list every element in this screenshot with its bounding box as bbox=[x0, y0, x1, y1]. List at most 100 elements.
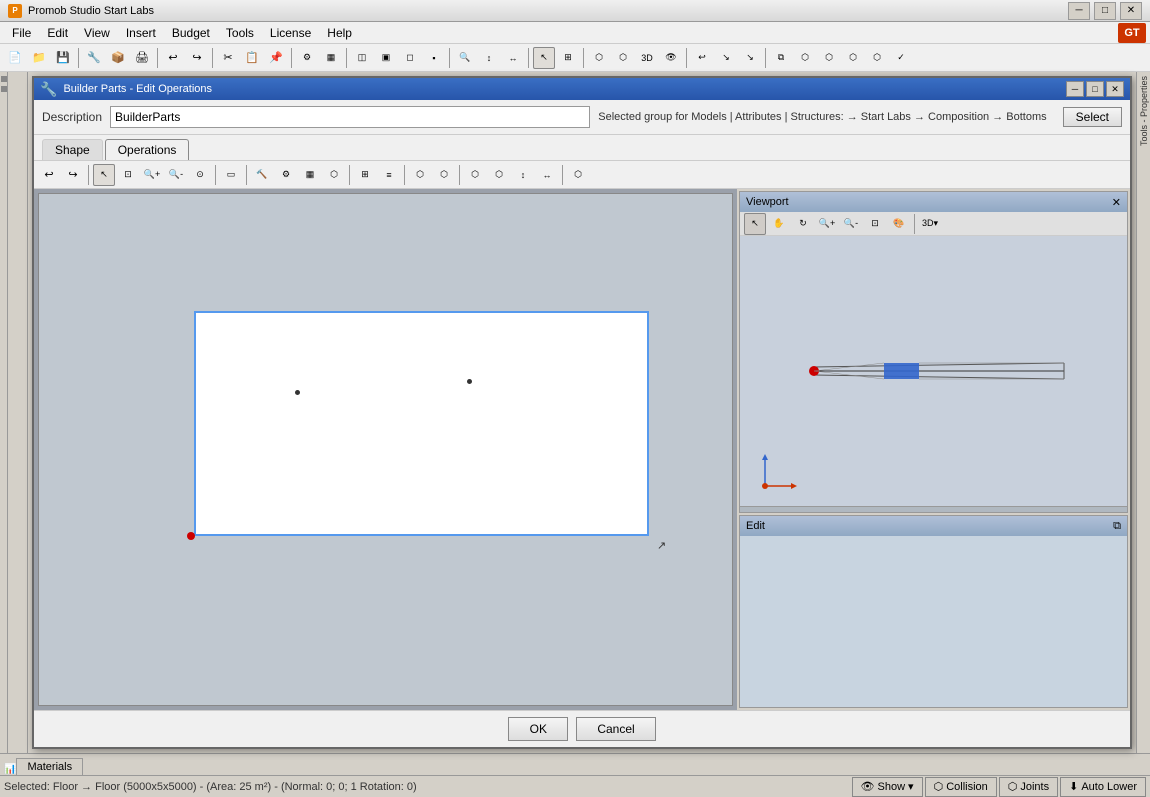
vp-zoomout[interactable]: 🔍- bbox=[840, 213, 862, 235]
tool15[interactable]: ↩ bbox=[691, 47, 713, 69]
tb2-pointer[interactable]: ↖ bbox=[93, 164, 115, 186]
joints-button[interactable]: ⬡ Joints bbox=[999, 777, 1058, 797]
tb2-undo[interactable]: ↩ bbox=[38, 164, 60, 186]
viewport-content[interactable] bbox=[740, 236, 1127, 506]
title-bar-controls[interactable]: ─ □ ✕ bbox=[1068, 2, 1142, 20]
tb1[interactable]: 🔧 bbox=[83, 47, 105, 69]
menu-tools[interactable]: Tools bbox=[218, 22, 262, 44]
tb2-rect[interactable]: ▭ bbox=[220, 164, 242, 186]
tool21[interactable]: ⬡ bbox=[842, 47, 864, 69]
menu-budget[interactable]: Budget bbox=[164, 22, 218, 44]
tb2-t10[interactable]: ⬡ bbox=[488, 164, 510, 186]
viewport-close[interactable]: ✕ bbox=[1112, 196, 1121, 209]
select-tool[interactable]: ↖ bbox=[533, 47, 555, 69]
tb2-t13[interactable]: ⬡ bbox=[567, 164, 589, 186]
menu-license[interactable]: License bbox=[262, 22, 319, 44]
tool16[interactable]: ↘ bbox=[715, 47, 737, 69]
sep7 bbox=[528, 48, 529, 68]
tool22[interactable]: ⬡ bbox=[866, 47, 888, 69]
tool14[interactable]: 👁 bbox=[660, 47, 682, 69]
tool8[interactable]: ↕ bbox=[478, 47, 500, 69]
tb2-t3[interactable]: ▦ bbox=[299, 164, 321, 186]
close-button[interactable]: ✕ bbox=[1120, 2, 1142, 20]
tool19[interactable]: ⬡ bbox=[794, 47, 816, 69]
vp-material[interactable]: 🎨 bbox=[888, 213, 910, 235]
tb2-zoomin[interactable]: 🔍+ bbox=[141, 164, 163, 186]
materials-tab[interactable]: Materials bbox=[16, 758, 83, 775]
cut-btn[interactable]: ✂ bbox=[217, 47, 239, 69]
tb2-t11[interactable]: ↕ bbox=[512, 164, 534, 186]
collision-button[interactable]: ⬡ Collision bbox=[925, 777, 997, 797]
tool12[interactable]: ⬡ bbox=[612, 47, 634, 69]
tool23[interactable]: ✓ bbox=[890, 47, 912, 69]
tb2-t9[interactable]: ⬡ bbox=[464, 164, 486, 186]
dialog-minimize[interactable]: ─ bbox=[1066, 81, 1084, 97]
vp-3d[interactable]: 3D▾ bbox=[919, 213, 941, 235]
materials-tab-bar: 📊 Materials bbox=[0, 753, 1150, 775]
maximize-button[interactable]: □ bbox=[1094, 2, 1116, 20]
undo-btn[interactable]: ↩ bbox=[162, 47, 184, 69]
open-btn[interactable]: 📁 bbox=[28, 47, 50, 69]
tool6[interactable]: ▪ bbox=[423, 47, 445, 69]
menu-file[interactable]: File bbox=[4, 22, 39, 44]
menu-view[interactable]: View bbox=[76, 22, 118, 44]
tab-operations[interactable]: Operations bbox=[105, 139, 190, 160]
tb2[interactable]: 📦 bbox=[107, 47, 129, 69]
menu-edit[interactable]: Edit bbox=[39, 22, 76, 44]
save-btn[interactable]: 💾 bbox=[52, 47, 74, 69]
dialog-controls[interactable]: ─ □ ✕ bbox=[1066, 81, 1124, 97]
joints-icon: ⬡ bbox=[1008, 780, 1018, 793]
menu-insert[interactable]: Insert bbox=[118, 22, 164, 44]
tool18[interactable]: ⧉ bbox=[770, 47, 792, 69]
tb2-t12[interactable]: ↔ bbox=[536, 164, 558, 186]
new-btn[interactable]: 📄 bbox=[4, 47, 26, 69]
tb2-t2[interactable]: ⚙ bbox=[275, 164, 297, 186]
menu-help[interactable]: Help bbox=[319, 22, 360, 44]
tool11[interactable]: ⬡ bbox=[588, 47, 610, 69]
tool10[interactable]: ⊞ bbox=[557, 47, 579, 69]
vp-orbit[interactable]: ↻ bbox=[792, 213, 814, 235]
minimize-button[interactable]: ─ bbox=[1068, 2, 1090, 20]
tab-shape[interactable]: Shape bbox=[42, 139, 103, 160]
show-button[interactable]: 👁 Show ▾ bbox=[852, 777, 923, 797]
vp-zoomin[interactable]: 🔍+ bbox=[816, 213, 838, 235]
ok-button[interactable]: OK bbox=[508, 717, 568, 741]
edit-expand[interactable]: ⧉ bbox=[1113, 520, 1121, 533]
cancel-button[interactable]: Cancel bbox=[576, 717, 655, 741]
tb2-t1[interactable]: 🔨 bbox=[251, 164, 273, 186]
tool3[interactable]: ◫ bbox=[351, 47, 373, 69]
vp-select[interactable]: ↖ bbox=[744, 213, 766, 235]
copy-btn[interactable]: 📋 bbox=[241, 47, 263, 69]
tb2-t7[interactable]: ⬡ bbox=[409, 164, 431, 186]
tool20[interactable]: ⬡ bbox=[818, 47, 840, 69]
vp-fit[interactable]: ⊡ bbox=[864, 213, 886, 235]
tb2-t4[interactable]: ⬡ bbox=[323, 164, 345, 186]
tb2-t5[interactable]: ⊞ bbox=[354, 164, 376, 186]
dialog-close[interactable]: ✕ bbox=[1106, 81, 1124, 97]
tb3[interactable]: 🖨 bbox=[131, 47, 153, 69]
tool4[interactable]: ▣ bbox=[375, 47, 397, 69]
vp-hand[interactable]: ✋ bbox=[768, 213, 790, 235]
tb2-zoomfit[interactable]: ⊡ bbox=[117, 164, 139, 186]
auto-lower-button[interactable]: ⬇ Auto Lower bbox=[1060, 777, 1146, 797]
paste-btn[interactable]: 📌 bbox=[265, 47, 287, 69]
tool1[interactable]: ⚙ bbox=[296, 47, 318, 69]
tool7[interactable]: 🔍 bbox=[454, 47, 476, 69]
tool2[interactable]: ▦ bbox=[320, 47, 342, 69]
tb2-t6[interactable]: ≡ bbox=[378, 164, 400, 186]
tb2-zoomout[interactable]: 🔍- bbox=[165, 164, 187, 186]
tool5[interactable]: ◻ bbox=[399, 47, 421, 69]
redo-btn[interactable]: ↪ bbox=[186, 47, 208, 69]
canvas-panel[interactable]: ↗ bbox=[34, 189, 737, 710]
viewport-panel: Viewport ✕ ↖ ✋ ↻ 🔍+ 🔍- ⊡ 🎨 3D▾ bbox=[739, 191, 1128, 513]
tool13[interactable]: 3D bbox=[636, 47, 658, 69]
description-input[interactable] bbox=[110, 106, 590, 128]
select-button[interactable]: Select bbox=[1063, 107, 1122, 127]
tool9[interactable]: ↔ bbox=[502, 47, 524, 69]
viewport-scrollbar[interactable] bbox=[740, 506, 1127, 512]
tb2-zoomreset[interactable]: ⊙ bbox=[189, 164, 211, 186]
tb2-redo[interactable]: ↪ bbox=[62, 164, 84, 186]
tool17[interactable]: ↘ bbox=[739, 47, 761, 69]
tb2-t8[interactable]: ⬡ bbox=[433, 164, 455, 186]
dialog-maximize[interactable]: □ bbox=[1086, 81, 1104, 97]
